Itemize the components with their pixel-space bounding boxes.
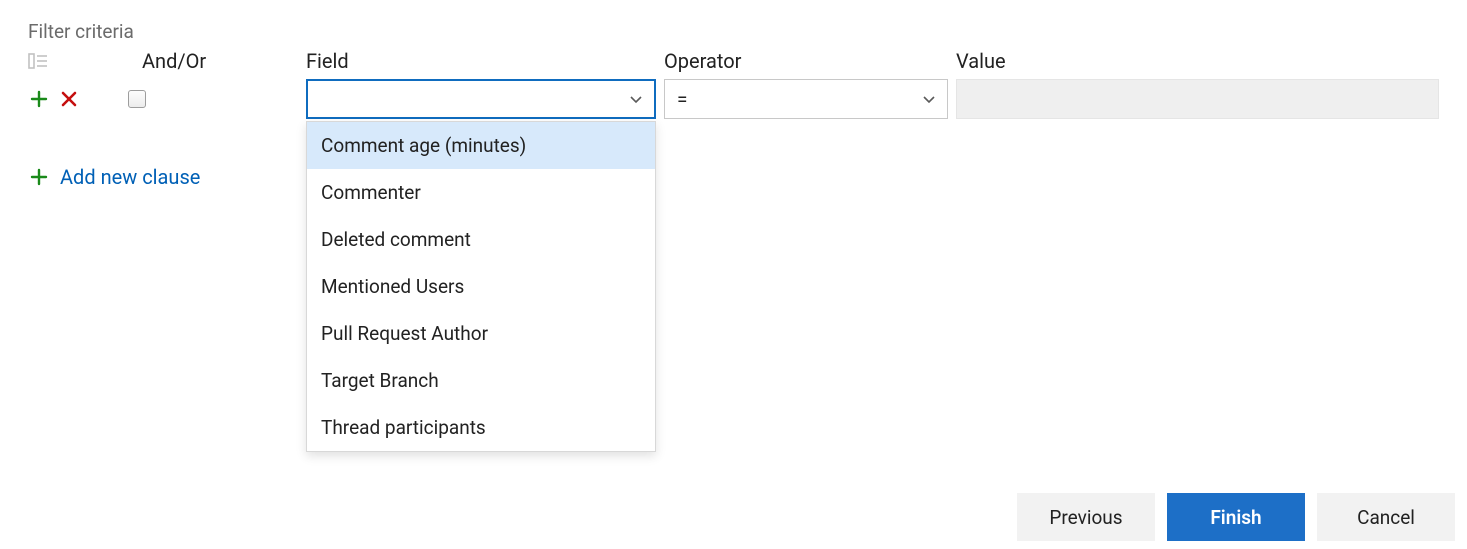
- plus-icon: [28, 166, 50, 188]
- filter-criteria-title: Filter criteria: [28, 20, 1439, 43]
- field-option[interactable]: Commenter: [307, 169, 655, 216]
- operator-column-header: Operator: [664, 49, 948, 79]
- field-option[interactable]: Thread participants: [307, 404, 655, 451]
- wizard-footer: Previous Finish Cancel: [1017, 493, 1455, 541]
- remove-clause-button[interactable]: [58, 88, 80, 110]
- add-new-clause-label: Add new clause: [60, 165, 200, 189]
- operator-selected-value: =: [677, 88, 687, 111]
- field-column-header: Field: [306, 49, 656, 79]
- add-new-clause-link[interactable]: Add new clause: [28, 165, 200, 189]
- field-option[interactable]: Mentioned Users: [307, 263, 655, 310]
- field-option[interactable]: Deleted comment: [307, 216, 655, 263]
- previous-button[interactable]: Previous: [1017, 493, 1155, 541]
- finish-button[interactable]: Finish: [1167, 493, 1305, 541]
- field-option[interactable]: Target Branch: [307, 357, 655, 404]
- field-dropdown[interactable]: Comment age (minutes)CommenterDeleted co…: [306, 121, 656, 452]
- insert-clause-button[interactable]: [28, 88, 50, 110]
- field-combobox[interactable]: [306, 79, 656, 119]
- cancel-button[interactable]: Cancel: [1317, 493, 1455, 541]
- operator-combobox[interactable]: =: [664, 79, 948, 119]
- field-option[interactable]: Comment age (minutes): [307, 122, 655, 169]
- value-column-header: Value: [956, 49, 1439, 79]
- field-option[interactable]: Pull Request Author: [307, 310, 655, 357]
- chevron-down-icon: [921, 91, 937, 107]
- andor-header-text: And/Or: [142, 49, 206, 73]
- group-rows-icon: [28, 53, 48, 69]
- value-input[interactable]: [956, 79, 1439, 119]
- chevron-down-icon: [628, 91, 644, 107]
- group-clause-checkbox[interactable]: [128, 90, 146, 108]
- andor-column-header: And/Or: [28, 49, 298, 79]
